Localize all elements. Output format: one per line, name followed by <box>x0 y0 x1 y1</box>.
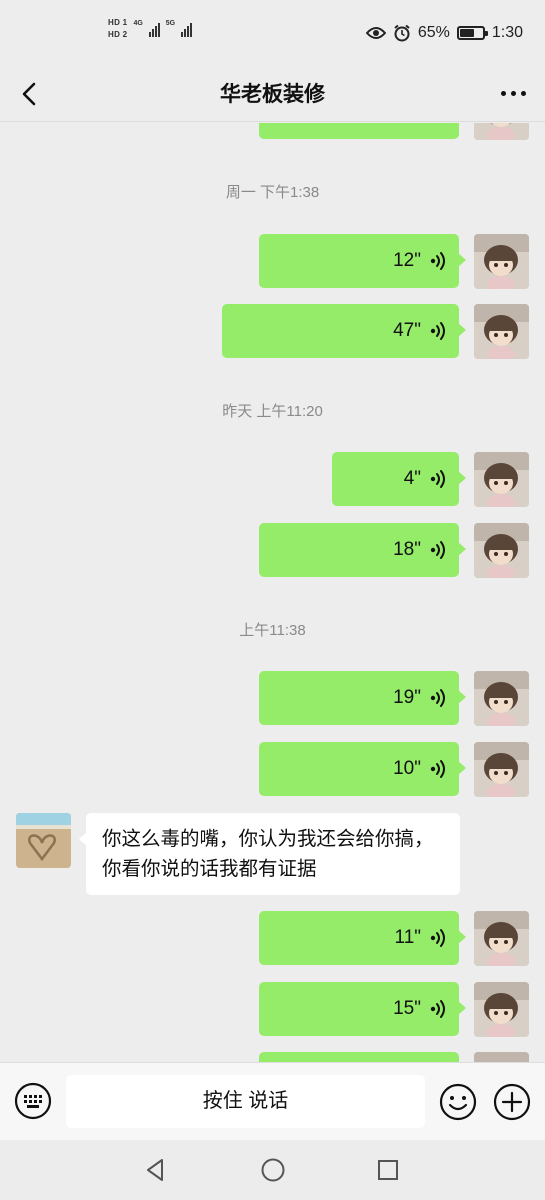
chat-header: 华老板装修 <box>0 66 545 122</box>
battery-icon <box>456 26 488 40</box>
clock: 1:30 <box>491 24 523 41</box>
voice-bubble-partial[interactable] <box>259 1052 459 1062</box>
status-bar: HD 1 HD 2 4G 5G 65% 1:30 <box>0 0 545 66</box>
signal-icon-1 <box>148 21 160 37</box>
voice-duration: 19" <box>393 687 421 708</box>
avatar-self[interactable] <box>474 523 529 578</box>
hd-indicators: HD 1 HD 2 <box>108 18 127 40</box>
message-list[interactable]: 周一 下午1:38 12" 47" 昨天 上午11:20 4" 18" 上午11… <box>0 123 545 1062</box>
voice-wave-icon <box>429 759 447 779</box>
plus-icon <box>493 1083 531 1121</box>
voice-bubble[interactable]: 18" <box>259 523 466 577</box>
voice-wave-icon <box>429 928 447 948</box>
nav-back-button[interactable] <box>142 1156 170 1184</box>
voice-bubble[interactable]: 15" <box>259 982 466 1036</box>
avatar-self[interactable] <box>474 123 529 140</box>
hd2-indicator: HD 2 <box>108 30 128 39</box>
more-dot <box>520 90 526 96</box>
timestamp: 周一 下午1:38 <box>225 184 320 201</box>
emoji-icon <box>439 1083 477 1121</box>
voice-duration: 12" <box>393 250 421 271</box>
voice-bubble[interactable]: 12" <box>259 234 466 288</box>
voice-bubble[interactable]: 11" <box>259 911 466 965</box>
emoji-button[interactable] <box>439 1083 477 1121</box>
keyboard-toggle-button[interactable] <box>14 1082 52 1120</box>
more-button[interactable] <box>495 78 531 108</box>
voice-duration: 18" <box>393 539 421 560</box>
voice-wave-icon <box>429 688 447 708</box>
avatar-self[interactable] <box>474 1052 529 1062</box>
avatar-self[interactable] <box>474 982 529 1037</box>
nav-recent-button[interactable] <box>374 1156 402 1184</box>
signal-icon-2 <box>181 21 193 37</box>
avatar-self[interactable] <box>474 671 529 726</box>
nav-home-icon <box>261 1158 285 1182</box>
avatar-self[interactable] <box>474 911 529 966</box>
voice-wave-icon <box>429 469 447 489</box>
more-dot <box>500 90 506 96</box>
text-bubble-incoming[interactable]: 你这么毒的嘴，你认为我还会给你搞，你看你说的话我都有证据 <box>79 813 460 895</box>
chat-title: 华老板装修 <box>220 83 325 106</box>
avatar-other[interactable] <box>16 813 71 868</box>
timestamp: 上午11:38 <box>239 622 306 639</box>
more-dot <box>510 90 516 96</box>
voice-bubble[interactable]: 47" <box>222 304 466 358</box>
system-nav-bar <box>0 1140 545 1200</box>
voice-duration: 11" <box>394 927 421 948</box>
voice-wave-icon <box>429 540 447 560</box>
nav-recent-icon <box>378 1160 398 1180</box>
voice-duration: 47" <box>393 320 421 341</box>
timestamp: 昨天 上午11:20 <box>222 403 323 420</box>
avatar-self[interactable] <box>474 234 529 289</box>
voice-bubble[interactable]: 10" <box>259 742 466 796</box>
status-right: 65% 1:30 <box>365 24 523 42</box>
avatar-self[interactable] <box>474 742 529 797</box>
input-bar: 按住 说话 <box>0 1062 545 1140</box>
avatar-self[interactable] <box>474 304 529 359</box>
voice-wave-icon <box>429 999 447 1019</box>
voice-bubble[interactable]: 4" <box>332 452 466 506</box>
more-functions-button[interactable] <box>493 1083 531 1121</box>
hold-to-talk-button[interactable]: 按住 说话 <box>66 1075 425 1128</box>
voice-wave-icon <box>429 251 447 271</box>
hd1-indicator: HD 1 <box>108 18 128 27</box>
voice-duration: 10" <box>393 758 421 779</box>
signal-group: HD 1 HD 2 4G 5G <box>108 18 193 40</box>
voice-duration: 4" <box>403 468 421 489</box>
voice-bubble-partial[interactable] <box>259 123 459 139</box>
nav-back-icon <box>147 1159 163 1181</box>
alarm-icon <box>394 24 410 42</box>
voice-bubble[interactable]: 19" <box>259 671 466 725</box>
keyboard-icon <box>14 1082 52 1120</box>
network-label-1: 4G <box>133 19 143 27</box>
eye-icon <box>365 27 386 39</box>
battery-percent: 65% <box>417 24 450 41</box>
avatar-self[interactable] <box>474 452 529 507</box>
battery-fill <box>459 29 475 37</box>
nav-home-button[interactable] <box>259 1156 287 1184</box>
network-label-2: 5G <box>165 19 176 27</box>
voice-duration: 15" <box>393 998 421 1019</box>
voice-wave-icon <box>429 321 447 341</box>
